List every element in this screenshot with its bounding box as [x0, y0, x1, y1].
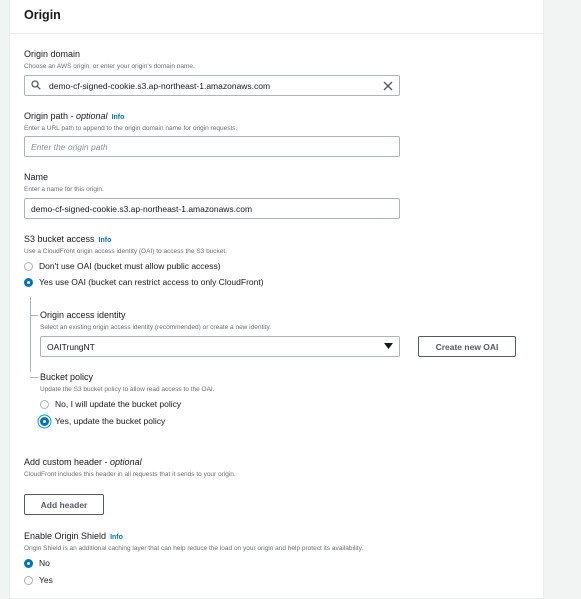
origin-shield-info-link[interactable]: Info	[110, 534, 123, 541]
add-header-button[interactable]: Add header	[24, 494, 104, 515]
close-icon[interactable]	[383, 81, 393, 91]
custom-header-label-text: Add custom header -	[24, 457, 111, 467]
origin-path-label-text: Origin path -	[24, 111, 77, 121]
radio-label: Don't use OAI (bucket must allow public …	[39, 261, 221, 271]
radio-label: Yes, update the bucket policy	[55, 416, 166, 426]
radio-label: Yes use OAI (bucket can restrict access …	[39, 277, 264, 287]
custom-header-label: Add custom header - optional	[24, 457, 142, 467]
origin-path-placeholder: Enter the origin path	[31, 141, 108, 152]
origin-domain-input[interactable]: demo-cf-signed-cookie.s3.ap-northeast-1.…	[24, 75, 400, 96]
origin-shield-label: Enable Origin Shield Info	[24, 531, 123, 541]
origin-shield-label-text: Enable Origin Shield	[24, 531, 107, 541]
radio-yes-update-policy[interactable]: Yes, update the bucket policy	[40, 416, 165, 426]
optional-tag: optional	[76, 111, 108, 121]
tree-line	[30, 297, 31, 372]
name-input[interactable]: demo-cf-signed-cookie.s3.ap-northeast-1.…	[24, 198, 400, 219]
origin-domain-label: Origin domain	[24, 49, 81, 59]
tree-branch	[30, 377, 38, 378]
oai-label: Origin access identity	[40, 310, 126, 320]
origin-domain-description: Choose an AWS origin, or enter your orig…	[24, 63, 195, 70]
s3-access-info-link[interactable]: Info	[99, 237, 112, 244]
bucket-policy-description: Update the S3 bucket policy to allow rea…	[40, 386, 215, 393]
name-label: Name	[24, 172, 49, 182]
optional-tag: optional	[110, 457, 142, 467]
radio-yes-oai[interactable]: Yes use OAI (bucket can restrict access …	[24, 277, 264, 287]
s3-access-label: S3 bucket access Info	[24, 234, 111, 244]
radio-label: No, I will update the bucket policy	[55, 399, 182, 409]
radio-no-oai[interactable]: Don't use OAI (bucket must allow public …	[24, 261, 221, 271]
radio-button-selected[interactable]	[40, 416, 49, 426]
oai-description: Select an existing origin access identit…	[40, 324, 272, 331]
oai-select[interactable]: OAITrungNT	[40, 336, 400, 357]
origin-path-label: Origin path - optional Info	[24, 111, 124, 121]
oai-selected-value: OAITrungNT	[47, 341, 95, 352]
caret-down-icon	[384, 342, 393, 352]
origin-path-info-link[interactable]: Info	[112, 114, 125, 121]
radio-label: No	[39, 558, 50, 568]
radio-shield-yes[interactable]: Yes	[24, 575, 53, 585]
s3-access-description: Use a CloudFront origin access identity …	[24, 248, 228, 255]
origin-domain-value: demo-cf-signed-cookie.s3.ap-northeast-1.…	[49, 80, 271, 91]
origin-panel: Origin Origin domain Choose an AWS origi…	[9, 0, 545, 599]
radio-label: Yes	[39, 575, 53, 585]
radio-button[interactable]	[24, 261, 33, 271]
origin-shield-description: Origin Shield is an additional caching l…	[24, 545, 364, 552]
s3-access-label-text: S3 bucket access	[24, 234, 95, 244]
origin-path-description: Enter a URL path to append to the origin…	[24, 125, 238, 132]
radio-button[interactable]	[24, 575, 33, 585]
tree-branch	[30, 315, 38, 316]
radio-button-selected[interactable]	[24, 277, 33, 287]
name-value: demo-cf-signed-cookie.s3.ap-northeast-1.…	[31, 203, 253, 214]
panel-title: Origin	[24, 8, 61, 22]
create-new-oai-button[interactable]: Create new OAI	[418, 336, 516, 357]
radio-shield-no[interactable]: No	[24, 558, 50, 568]
search-icon	[31, 79, 45, 92]
bucket-policy-label: Bucket policy	[40, 372, 94, 382]
name-description: Enter a name for this origin.	[24, 186, 104, 193]
origin-path-input[interactable]: Enter the origin path	[24, 136, 400, 157]
panel-header: Origin	[10, 0, 545, 34]
radio-no-update-policy[interactable]: No, I will update the bucket policy	[40, 399, 181, 409]
radio-button-selected[interactable]	[24, 558, 33, 568]
custom-header-description: CloudFront includes this header in all r…	[24, 471, 236, 478]
radio-button[interactable]	[40, 399, 49, 409]
